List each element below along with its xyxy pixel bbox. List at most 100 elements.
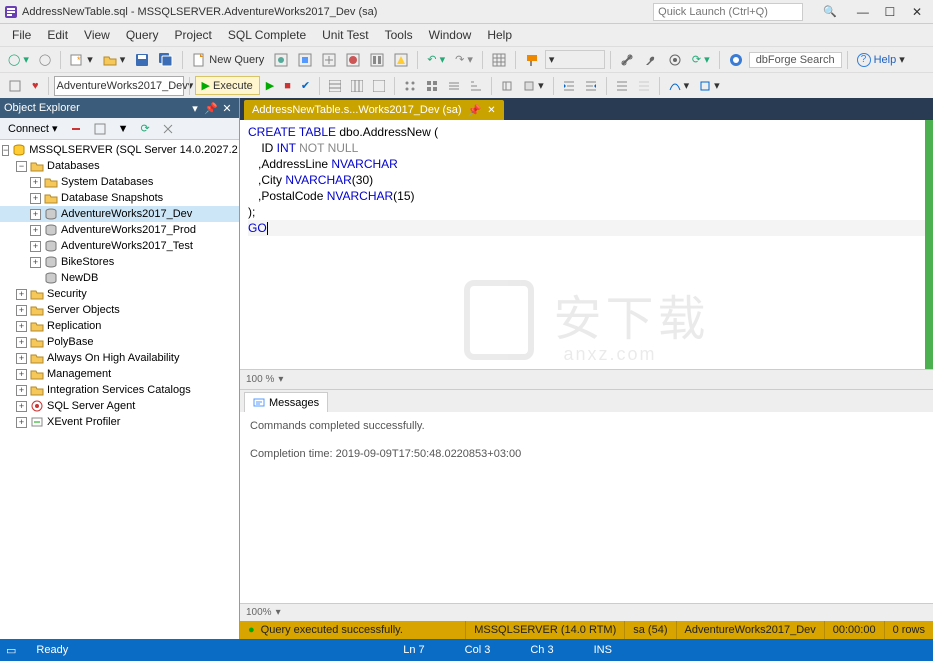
menu-file[interactable]: File — [4, 26, 39, 44]
nav-fwd-button[interactable]: ◯ — [35, 50, 55, 69]
object-explorer-tree[interactable]: −MSSQLSERVER (SQL Server 14.0.2027.2 - s… — [0, 140, 239, 639]
stop-button[interactable]: ■ — [280, 77, 295, 95]
messages-zoom-bar[interactable]: 100% ▾ — [240, 603, 933, 621]
tb2-icon-13[interactable]: ▾ — [695, 76, 724, 95]
tb2-icon-6[interactable] — [400, 77, 420, 95]
indent-right-button[interactable] — [581, 77, 601, 95]
tree-alwayson[interactable]: +Always On High Availability — [0, 350, 239, 366]
tb-icon-4[interactable] — [342, 50, 364, 70]
minimize-button[interactable]: — — [851, 5, 875, 19]
maximize-button[interactable]: ☐ — [878, 5, 902, 19]
menu-project[interactable]: Project — [167, 26, 220, 44]
query-status-user: sa (54) — [624, 621, 675, 639]
new-project-button[interactable]: * ▾ — [66, 50, 97, 70]
messages-pane[interactable]: Commands completed successfully. Complet… — [240, 412, 933, 603]
tb2-icon-10[interactable] — [497, 77, 517, 95]
tb2-icon-3[interactable] — [325, 77, 345, 95]
tree-system-databases[interactable]: +System Databases — [0, 174, 239, 190]
quick-launch-input[interactable] — [653, 3, 803, 21]
disconnect-button[interactable] — [66, 122, 86, 136]
menu-unittest[interactable]: Unit Test — [314, 26, 376, 44]
new-query-button[interactable]: New Query — [188, 50, 268, 70]
comment-button[interactable] — [612, 77, 632, 95]
execute-button[interactable]: ▶Execute — [195, 76, 260, 95]
tb-icon-grid[interactable] — [488, 50, 510, 70]
indent-left-button[interactable] — [559, 77, 579, 95]
tb2-icon-4[interactable] — [347, 77, 367, 95]
tree-xevent-profiler[interactable]: +XEvent Profiler — [0, 414, 239, 430]
menu-help[interactable]: Help — [479, 26, 520, 44]
close-button[interactable]: ✕ — [905, 5, 929, 19]
connect-icon-2[interactable] — [90, 122, 110, 136]
tb2-icon-11[interactable]: ▾ — [519, 76, 548, 95]
tb-icon-wrench[interactable] — [640, 50, 662, 70]
tb-icon-refresh[interactable]: ⟳ ▾ — [688, 50, 714, 69]
panel-dropdown-button[interactable]: ▾ — [187, 102, 203, 115]
tb2-icon-9[interactable] — [466, 77, 486, 95]
tb-icon-dropdown[interactable]: ▾ — [545, 50, 605, 69]
tree-replication[interactable]: +Replication — [0, 318, 239, 334]
tree-server-objects[interactable]: +Server Objects — [0, 302, 239, 318]
dbforge-icon[interactable] — [725, 50, 747, 70]
parse-button[interactable]: ✔ — [297, 76, 314, 95]
tree-database-snapshots[interactable]: +Database Snapshots — [0, 190, 239, 206]
filter-button[interactable]: ▼ — [114, 122, 133, 136]
database-selector[interactable]: AdventureWorks2017_Dev▾ — [54, 76, 184, 96]
tree-integration-services[interactable]: +Integration Services Catalogs — [0, 382, 239, 398]
undo-button[interactable]: ↶ ▾ — [423, 50, 449, 69]
tree-databases-node[interactable]: −Databases — [0, 158, 239, 174]
tb-icon-paint[interactable] — [521, 50, 543, 70]
tree-server-node[interactable]: −MSSQLSERVER (SQL Server 14.0.2027.2 - s… — [0, 142, 239, 158]
sql-editor[interactable]: CREATE TABLE dbo.AddressNew ( ID INT NOT… — [240, 120, 933, 370]
open-button[interactable]: ▾ — [99, 50, 130, 70]
tb-icon-gear[interactable] — [664, 50, 686, 70]
tab-close-button[interactable]: ✕ — [487, 105, 495, 116]
connect-button[interactable]: Connect ▾ — [4, 121, 62, 136]
save-all-button[interactable] — [155, 50, 177, 70]
tb2-icon-2[interactable]: ♥ — [28, 77, 43, 95]
tb2-icon-12[interactable]: ▾ — [665, 76, 694, 95]
document-tab-active[interactable]: AddressNewTable.s...Works2017_Dev (sa) 📌… — [244, 100, 504, 120]
menu-window[interactable]: Window — [421, 26, 480, 44]
pin-icon[interactable]: 📌 — [468, 104, 482, 117]
tb-icon-2[interactable] — [294, 50, 316, 70]
xevent-icon — [30, 416, 44, 428]
tree-sqlserver-agent[interactable]: +SQL Server Agent — [0, 398, 239, 414]
tree-db-bikestores[interactable]: +BikeStores — [0, 254, 239, 270]
tree-db-adventureworks-test[interactable]: +AdventureWorks2017_Test — [0, 238, 239, 254]
tree-management[interactable]: +Management — [0, 366, 239, 382]
refresh-tree-button[interactable]: ⟳ — [136, 121, 153, 136]
tb-icon-3[interactable] — [318, 50, 340, 70]
tb2-icon-7[interactable] — [422, 77, 442, 95]
tb-icon-5[interactable] — [366, 50, 388, 70]
tree-security[interactable]: +Security — [0, 286, 239, 302]
panel-close-button[interactable]: ✕ — [219, 102, 235, 115]
menu-sqlcomplete[interactable]: SQL Complete — [220, 26, 314, 44]
menu-tools[interactable]: Tools — [377, 26, 421, 44]
menu-edit[interactable]: Edit — [39, 26, 76, 44]
debug-button[interactable]: ▶ — [262, 76, 278, 95]
search-icon[interactable]: 🔍 — [823, 5, 837, 18]
nav-back-button[interactable]: ◯ ▾ — [4, 50, 33, 69]
uncomment-button[interactable] — [634, 77, 654, 95]
help-button[interactable]: ? Help ▾ — [853, 50, 909, 70]
save-button[interactable] — [131, 50, 153, 70]
tb2-icon-1[interactable] — [4, 76, 26, 96]
tb-icon-6[interactable] — [390, 50, 412, 70]
tb-icon-1[interactable] — [270, 50, 292, 70]
dbforge-search-box[interactable]: dbForge Search — [749, 52, 842, 68]
redo-button[interactable]: ↷ ▾ — [451, 50, 477, 69]
tree-polybase[interactable]: +PolyBase — [0, 334, 239, 350]
menu-view[interactable]: View — [76, 26, 118, 44]
tb2-icon-5[interactable] — [369, 77, 389, 95]
tb-icon-link[interactable] — [616, 50, 638, 70]
menu-query[interactable]: Query — [118, 26, 167, 44]
connect-icon-3[interactable] — [158, 122, 178, 136]
panel-pin-button[interactable]: 📌 — [203, 102, 219, 115]
tb2-icon-8[interactable] — [444, 77, 464, 95]
tree-db-newdb[interactable]: NewDB — [0, 270, 239, 286]
editor-zoom-bar[interactable]: 100 % ▾ — [240, 370, 933, 390]
tree-db-adventureworks-dev[interactable]: +AdventureWorks2017_Dev — [0, 206, 239, 222]
tree-db-adventureworks-prod[interactable]: +AdventureWorks2017_Prod — [0, 222, 239, 238]
messages-tab[interactable]: Messages — [244, 392, 328, 412]
